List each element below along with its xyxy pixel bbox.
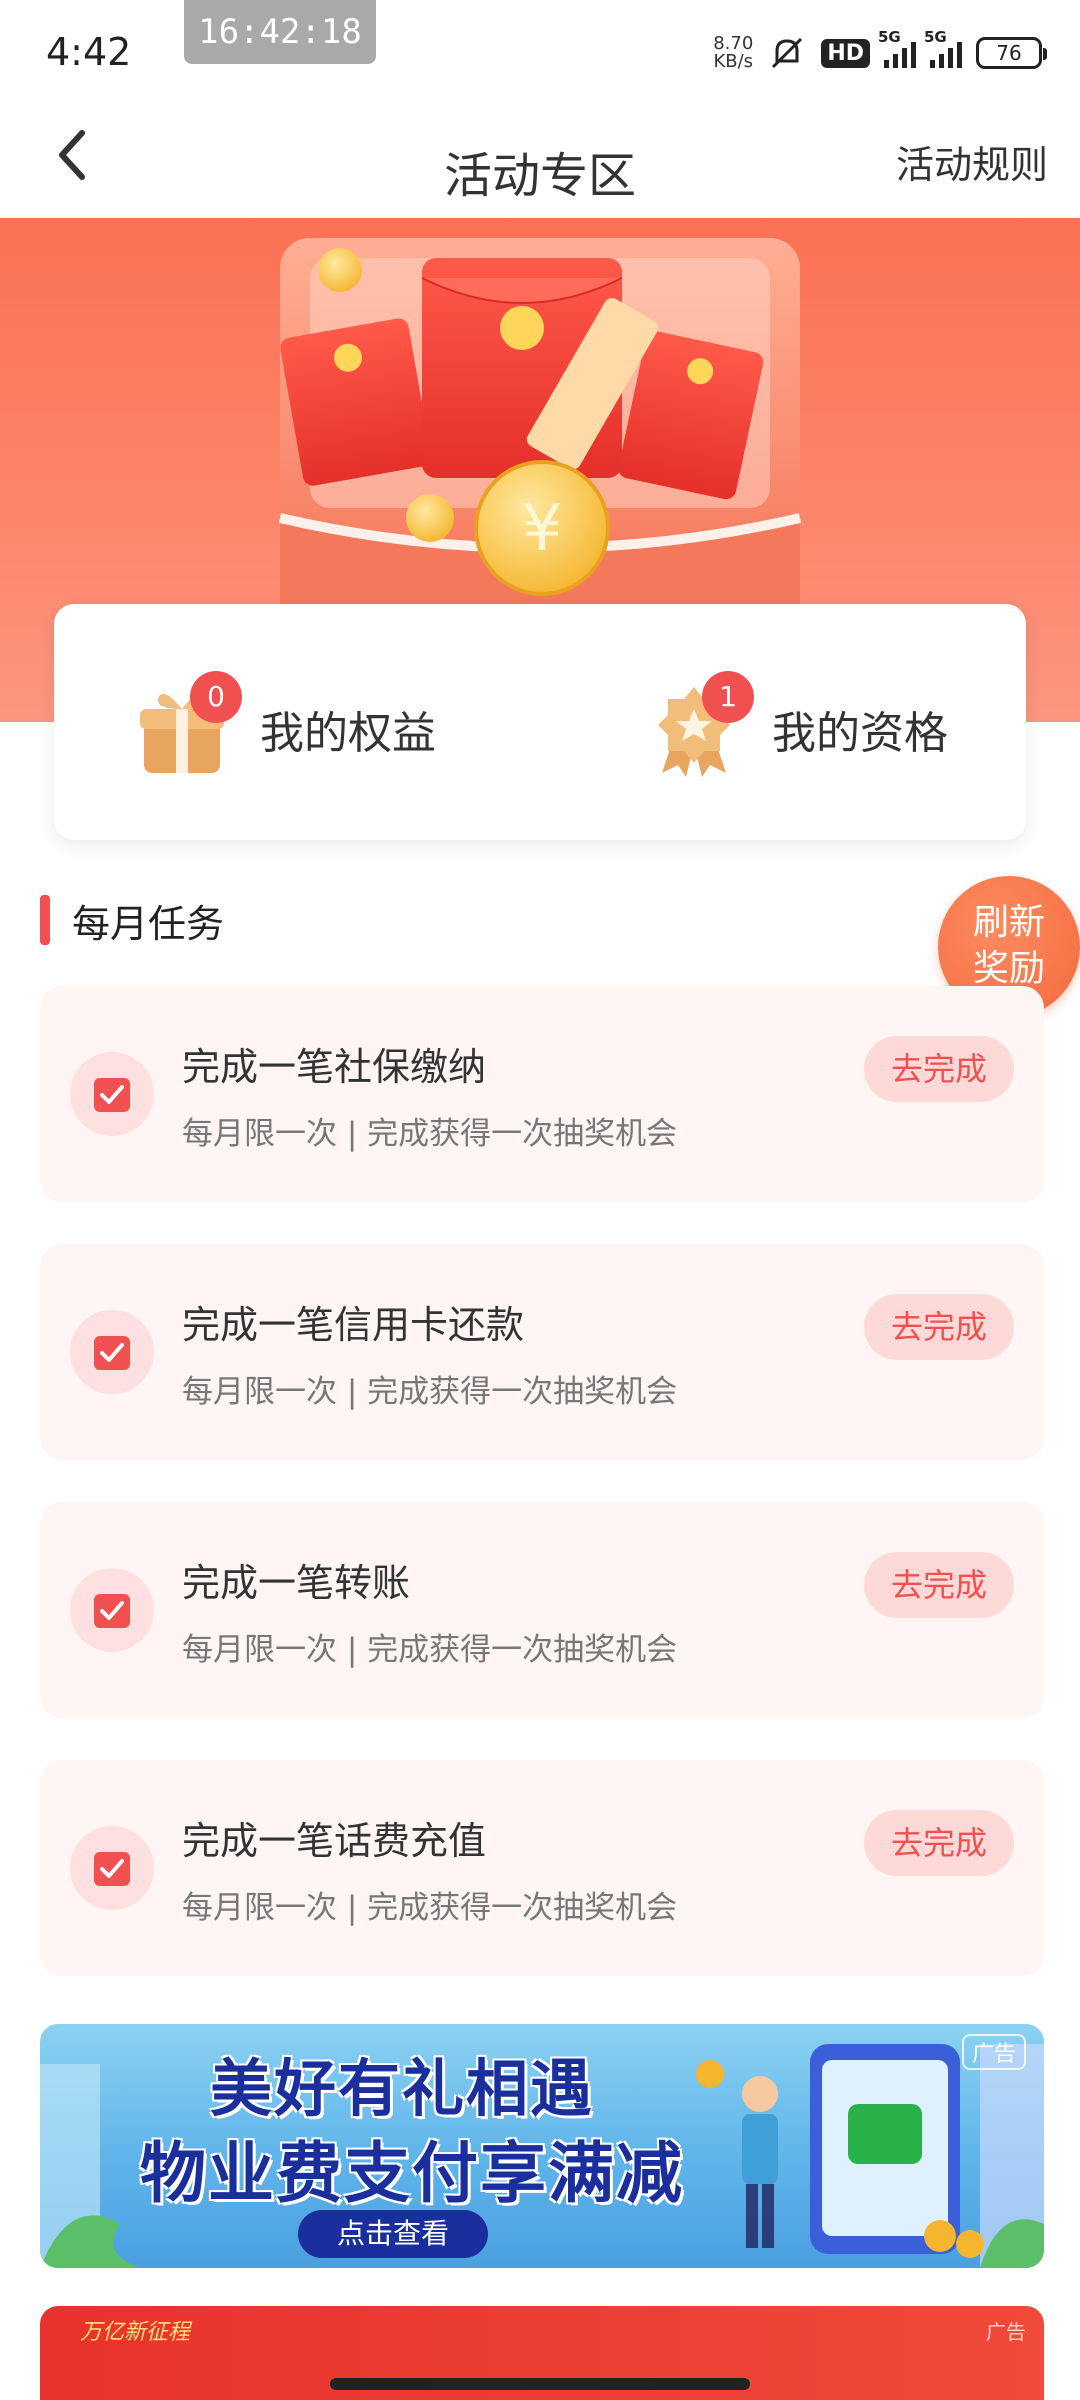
my-rights-entry[interactable]: 0 我的权益: [132, 671, 436, 784]
ad-subheadline: 物业费支付享满减: [140, 2135, 684, 2212]
svg-text:¥: ¥: [522, 492, 563, 566]
ad-headline: 美好有礼相遇: [210, 2052, 595, 2125]
net-speed-unit: KB/s: [713, 51, 754, 72]
battery-icon: 76: [976, 37, 1047, 69]
go-complete-button[interactable]: 去完成: [864, 1036, 1014, 1102]
checkbox-checked-icon: [70, 1826, 154, 1910]
home-indicator[interactable]: [330, 2378, 750, 2390]
my-rights-label: 我的权益: [260, 708, 436, 759]
task-card: 完成一笔社保缴纳 每月限一次 | 完成获得一次抽奖机会 去完成: [40, 986, 1044, 1202]
checkbox-checked-icon: [70, 1052, 154, 1136]
ad-view-button[interactable]: 点击查看: [298, 2210, 488, 2258]
benefits-card: 0 我的权益 1 我的资格: [54, 604, 1026, 840]
go-complete-button[interactable]: 去完成: [864, 1552, 1014, 1618]
my-qualification-label: 我的资格: [772, 708, 948, 759]
property-fee-ad-banner[interactable]: 广告 美好有礼相遇 物业费支付享满减 点击查看: [40, 2024, 1044, 2268]
refresh-line1: 刷新: [972, 902, 1045, 943]
mute-bell-icon: [772, 37, 803, 69]
task-title: 完成一笔转账: [182, 1561, 411, 1605]
gift-box-icon: 0: [132, 671, 242, 779]
status-icons: 8.70 KB/s HD 5G 5G 76: [713, 28, 1047, 76]
checkbox-checked-icon: [70, 1310, 154, 1394]
my-qualification-entry[interactable]: 1 我的资格: [644, 671, 948, 784]
signal-5g-icon: 5G: [878, 28, 916, 68]
status-bar: 4:42 16:42:18 8.70 KB/s HD 5G 5G 76: [0, 0, 1080, 100]
ad-brand-text: 万亿新征程: [80, 2320, 191, 2345]
task-title: 完成一笔信用卡还款: [182, 1303, 525, 1347]
task-desc: 每月限一次 | 完成获得一次抽奖机会: [182, 1374, 678, 1410]
qualification-count-badge: 1: [702, 671, 754, 723]
task-card: 完成一笔话费充值 每月限一次 | 完成获得一次抽奖机会 去完成: [40, 1760, 1044, 1976]
ad-tag: 广告: [961, 2034, 1026, 2070]
ad-tag: 广告: [986, 2320, 1026, 2344]
checkbox-checked-icon: [70, 1568, 154, 1652]
go-complete-button[interactable]: 去完成: [864, 1294, 1014, 1360]
section-accent-bar: [40, 895, 50, 945]
rights-count-badge: 0: [190, 671, 242, 723]
task-title: 完成一笔话费充值: [182, 1819, 487, 1863]
nav-bar: 活动专区 活动规则: [0, 100, 1080, 218]
task-card: 完成一笔信用卡还款 每月限一次 | 完成获得一次抽奖机会 去完成: [40, 1244, 1044, 1460]
clock-pill: 16:42:18: [184, 0, 376, 64]
status-time: 4:42: [46, 30, 132, 74]
section-title: 每月任务: [72, 901, 225, 946]
task-title: 完成一笔社保缴纳: [182, 1045, 487, 1089]
hd-badge: HD: [821, 38, 870, 68]
monthly-tasks-header: 每月任务: [40, 890, 224, 950]
signal-label: 5G: [878, 28, 901, 46]
award-medal-icon: 1: [644, 671, 754, 779]
task-card: 完成一笔转账 每月限一次 | 完成获得一次抽奖机会 去完成: [40, 1502, 1044, 1718]
task-desc: 每月限一次 | 完成获得一次抽奖机会: [182, 1632, 678, 1668]
signal-5g-icon: 5G: [924, 28, 962, 68]
rules-link[interactable]: 活动规则: [896, 134, 1048, 189]
net-speed: 8.70 KB/s: [713, 35, 753, 71]
task-desc: 每月限一次 | 完成获得一次抽奖机会: [182, 1116, 678, 1152]
signal-label: 5G: [924, 28, 947, 46]
go-complete-button[interactable]: 去完成: [864, 1810, 1014, 1876]
task-desc: 每月限一次 | 完成获得一次抽奖机会: [182, 1890, 678, 1926]
